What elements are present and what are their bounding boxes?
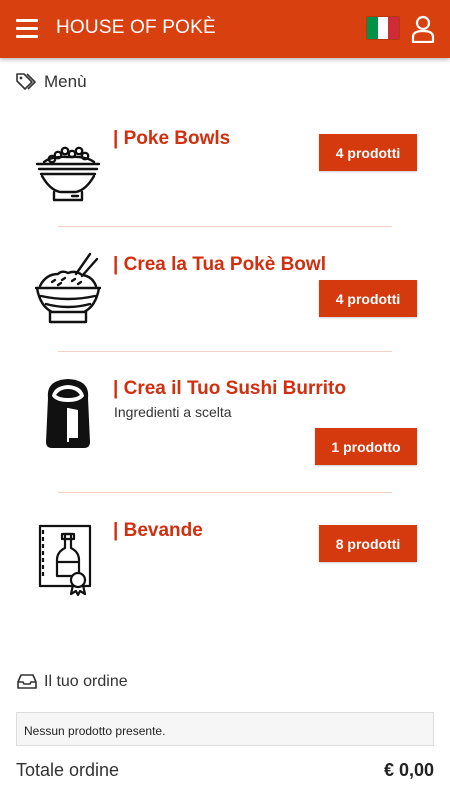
category-poke-bowls[interactable]: | Poke Bowls 4 prodotti	[0, 108, 450, 226]
divider	[58, 226, 392, 227]
order-empty-message: Nessun prodotto presente.	[16, 712, 434, 746]
bowl-chopsticks-icon	[34, 252, 102, 324]
rice-bowl-icon	[35, 146, 101, 202]
products-count-button[interactable]: 4 prodotti	[319, 134, 417, 171]
menu-section-heading: Menù	[16, 72, 87, 92]
app-header: HOUSE OF POKÈ	[0, 0, 450, 58]
app-title: HOUSE OF POKÈ	[56, 17, 216, 38]
products-count-button[interactable]: 1 prodotto	[315, 428, 417, 465]
order-total-label: Totale ordine	[16, 760, 120, 780]
divider	[58, 351, 392, 352]
flag-stripe-white	[377, 17, 389, 39]
bottle-icon	[38, 524, 92, 597]
flag-stripe-green	[367, 17, 378, 39]
user-account-icon[interactable]	[411, 15, 435, 43]
category-title[interactable]: | Crea il Tuo Sushi Burrito	[113, 378, 346, 400]
products-count-button[interactable]: 8 prodotti	[319, 525, 417, 562]
italian-flag-icon[interactable]	[366, 16, 400, 40]
menu-section-title: Menù	[44, 72, 87, 91]
category-sushi-burrito[interactable]: | Crea il Tuo Sushi Burrito Ingredienti …	[0, 356, 450, 490]
burrito-icon	[46, 379, 90, 448]
inbox-tray-icon	[17, 674, 37, 689]
divider	[58, 492, 392, 493]
products-count-button[interactable]: 4 prodotti	[319, 280, 417, 317]
hamburger-menu-icon[interactable]	[16, 19, 38, 39]
category-bevande[interactable]: | Bevande 8 prodotti	[0, 498, 450, 616]
flag-stripe-red	[388, 17, 399, 39]
category-title[interactable]: | Crea la Tua Pokè Bowl	[113, 254, 326, 276]
order-section-title: Il tuo ordine	[44, 673, 128, 690]
category-title[interactable]: | Bevande	[113, 520, 203, 542]
order-section-heading: Il tuo ordine	[16, 673, 128, 691]
category-title[interactable]: | Poke Bowls	[113, 128, 230, 150]
category-subtitle: Ingredienti a scelta	[114, 404, 232, 420]
order-total-value: € 0,00	[383, 760, 434, 780]
category-crea-poke-bowl[interactable]: | Crea la Tua Pokè Bowl 4 prodotti	[0, 232, 450, 350]
tags-icon	[16, 73, 36, 90]
